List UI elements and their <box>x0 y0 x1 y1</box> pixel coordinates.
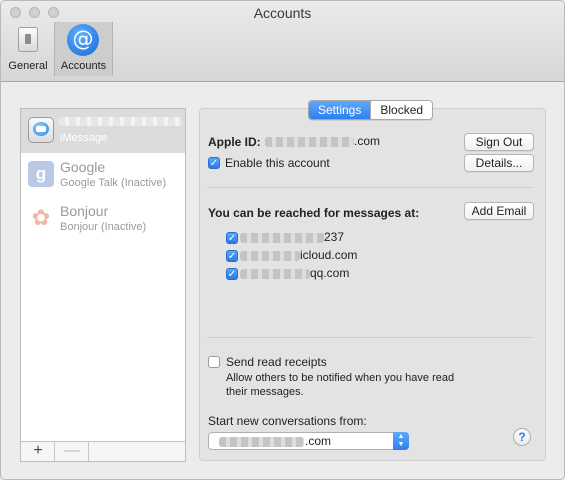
account-name: Google <box>60 159 106 175</box>
chevron-updown-icon: ▲ ▼ <box>393 432 409 450</box>
sign-out-button[interactable]: Sign Out <box>464 133 534 151</box>
help-button[interactable]: ? <box>513 428 531 446</box>
add-email-button[interactable]: Add Email <box>464 202 534 220</box>
tab-control: Settings Blocked <box>308 100 434 120</box>
general-tab-label: General <box>8 60 48 72</box>
list-toolbar: + — <box>21 441 185 461</box>
account-type: iMessage <box>60 132 108 144</box>
start-from-label: Start new conversations from: <box>208 414 367 428</box>
window-title: Accounts <box>253 5 312 21</box>
read-receipts-label: Send read receipts <box>226 355 327 369</box>
imessage-icon <box>28 117 54 143</box>
bonjour-icon: ✿ <box>31 205 51 230</box>
at-sign-icon: @ <box>67 24 99 56</box>
apple-id-label: Apple ID: <box>208 135 261 149</box>
remove-account-button[interactable]: — <box>56 442 89 461</box>
start-from-select[interactable]: .com ▲ ▼ <box>208 432 409 450</box>
details-button[interactable]: Details... <box>464 154 534 172</box>
apple-id-suffix: .com <box>354 134 381 148</box>
enable-account-checkbox[interactable]: ✓ <box>208 157 220 169</box>
account-row-bonjour[interactable]: ✿ Bonjour Bonjour (Inactive) <box>21 197 185 241</box>
accounts-window: Accounts General @ Accounts iMessage g G… <box>0 0 565 480</box>
redacted-account-name <box>58 117 182 126</box>
redacted-address <box>240 232 324 243</box>
address-suffix: qq.com <box>310 266 350 280</box>
toolbar-accounts-tab[interactable]: @ Accounts <box>54 22 113 76</box>
google-icon: g <box>28 161 54 187</box>
read-receipts-description: Allow others to be notified when you hav… <box>226 372 455 384</box>
address-suffix: icloud.com <box>300 248 358 262</box>
account-name: Bonjour <box>60 203 109 219</box>
address-suffix: 237 <box>324 230 345 244</box>
redacted-start-address <box>219 437 304 447</box>
address-2: icloud.com <box>240 248 357 262</box>
address-3: qq.com <box>240 266 349 280</box>
account-type: Google Talk (Inactive) <box>60 177 167 189</box>
apple-id-value: .com <box>265 134 380 148</box>
divider <box>207 337 533 338</box>
switch-icon <box>18 27 38 52</box>
divider <box>207 187 533 188</box>
tab-blocked[interactable]: Blocked <box>370 101 432 119</box>
redacted-address <box>240 268 310 279</box>
redacted-address <box>240 250 300 261</box>
address-1: 237 <box>240 230 344 244</box>
tab-settings[interactable]: Settings <box>309 101 371 119</box>
account-row-imessage[interactable]: iMessage <box>21 109 185 153</box>
address-checkbox-2[interactable]: ✓ <box>226 250 238 262</box>
address-checkbox-1[interactable]: ✓ <box>226 232 238 244</box>
read-receipts-checkbox[interactable] <box>208 356 220 368</box>
enable-account-label: Enable this account <box>225 156 330 170</box>
address-checkbox-3[interactable]: ✓ <box>226 268 238 280</box>
toolbar-general-tab[interactable]: General <box>5 22 51 76</box>
redacted-apple-id <box>265 136 354 147</box>
account-row-google[interactable]: g Google Google Talk (Inactive) <box>21 153 185 197</box>
title-bar: Accounts General @ Accounts <box>1 1 564 82</box>
accounts-tab-label: Accounts <box>60 60 107 72</box>
reach-at-label: You can be reached for messages at: <box>208 206 420 220</box>
start-from-suffix: .com <box>305 434 332 448</box>
read-receipts-description-2: their messages. <box>226 386 304 398</box>
account-type: Bonjour (Inactive) <box>60 221 147 233</box>
add-account-button[interactable]: + <box>22 442 55 461</box>
account-list: iMessage g Google Google Talk (Inactive)… <box>20 108 186 462</box>
